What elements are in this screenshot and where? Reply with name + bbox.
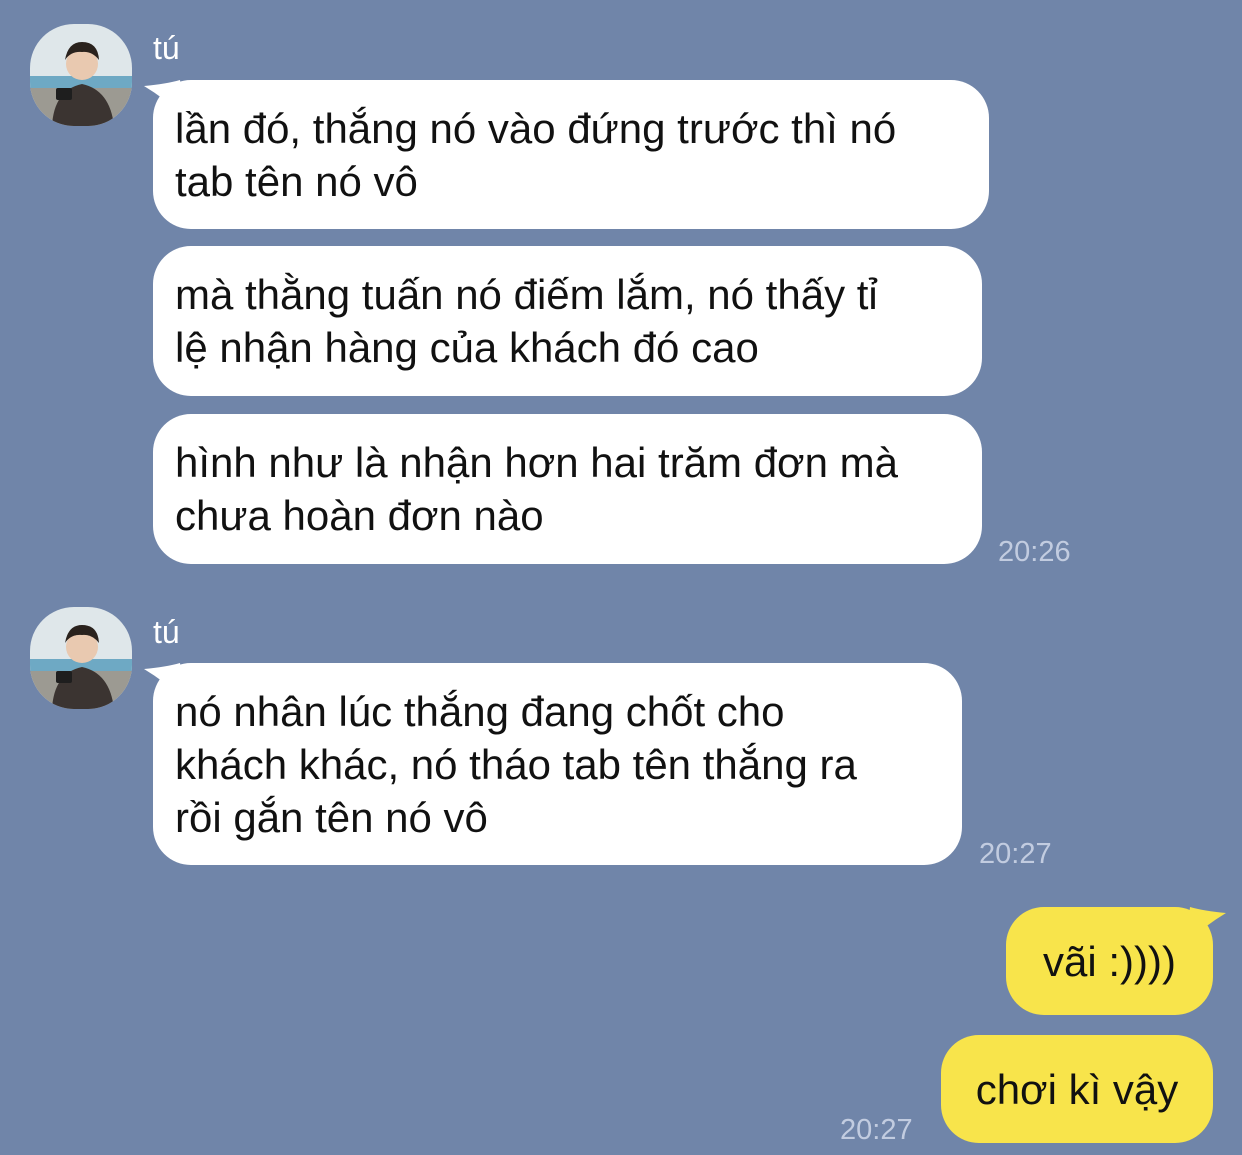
message-bubble[interactable]: nó nhân lúc thắng đang chốt cho khách kh…: [153, 663, 962, 865]
message-timestamp: 20:27: [979, 838, 1052, 870]
message-bubble-outgoing[interactable]: vãi :)))): [1006, 907, 1213, 1015]
avatar[interactable]: [30, 24, 132, 126]
message-bubble[interactable]: lần đó, thắng nó vào đứng trước thì nó t…: [153, 80, 989, 229]
message-timestamp: 20:27: [840, 1114, 913, 1146]
avatar[interactable]: [30, 607, 132, 709]
message-timestamp: 20:26: [998, 536, 1071, 568]
sender-name: tú: [153, 30, 180, 66]
message-bubble[interactable]: hình như là nhận hơn hai trăm đơn mà chư…: [153, 414, 982, 564]
sender-name: tú: [153, 614, 180, 650]
message-bubble[interactable]: mà thằng tuấn nó điếm lắm, nó thấy tỉ lệ…: [153, 246, 982, 396]
message-bubble-outgoing[interactable]: chơi kì vậy: [941, 1035, 1213, 1143]
